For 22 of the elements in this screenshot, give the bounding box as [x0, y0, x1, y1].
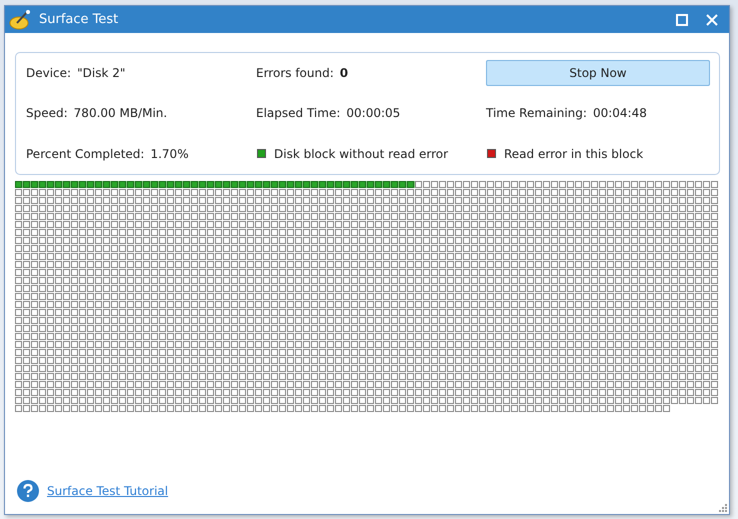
- help-icon[interactable]: [17, 480, 39, 502]
- field-value: 1.70%: [150, 146, 189, 161]
- field-label: Speed:: [26, 106, 68, 120]
- tutorial-link[interactable]: Surface Test Tutorial: [47, 484, 168, 498]
- field-label: Time Remaining:: [486, 106, 587, 120]
- field-label: Device:: [26, 66, 72, 80]
- legend-label: Read error in this block: [504, 146, 644, 161]
- field-value: "Disk 2": [77, 66, 126, 80]
- stop-button[interactable]: Stop Now: [486, 60, 710, 86]
- field-value: 780.00 MB/Min.: [74, 106, 168, 120]
- window-title: Surface Test: [39, 12, 118, 27]
- field-label: Errors found:: [256, 66, 334, 80]
- maximize-icon[interactable]: [676, 14, 688, 26]
- field-value: 00:04:48: [592, 106, 647, 120]
- field-label: Elapsed Time:: [256, 106, 340, 120]
- close-icon[interactable]: [706, 14, 718, 26]
- wand-icon: [9, 8, 31, 30]
- legend-label: Disk block without read error: [274, 146, 448, 161]
- field-value: 0: [340, 66, 348, 80]
- field-label: Percent Completed:: [26, 146, 144, 161]
- resize-grip-icon[interactable]: [719, 504, 727, 512]
- field-value: 00:00:05: [346, 106, 400, 120]
